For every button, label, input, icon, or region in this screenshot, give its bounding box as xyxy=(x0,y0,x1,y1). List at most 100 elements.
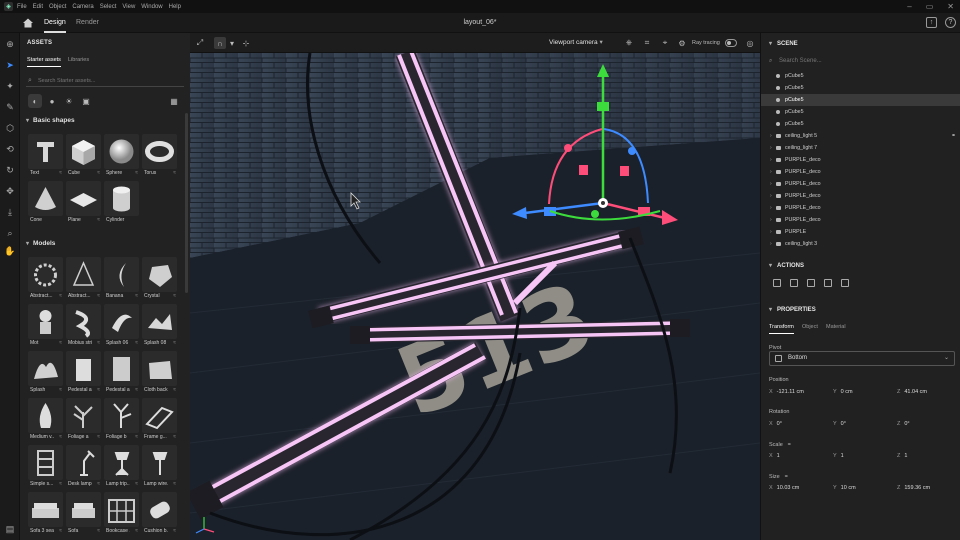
magic-wand-icon[interactable]: ✦ xyxy=(4,80,16,92)
options-icon[interactable]: ≈ xyxy=(135,340,138,346)
scale-y-field[interactable]: Y1 xyxy=(833,453,844,459)
asset-tile-model[interactable]: Mot ≈ xyxy=(28,304,63,350)
options-icon[interactable]: ≈ xyxy=(59,170,62,176)
assets-scrollbar[interactable] xyxy=(185,113,188,293)
options-icon[interactable]: ≈ xyxy=(97,170,100,176)
chevron-right-icon[interactable]: › xyxy=(770,214,772,226)
tab-object[interactable]: Object xyxy=(802,324,818,330)
options-icon[interactable]: ≈ xyxy=(135,528,138,534)
asset-tile-model[interactable]: Splash ≈ xyxy=(28,351,63,397)
scene-item[interactable]: › ceiling_light 5 ⚭ xyxy=(761,130,960,142)
options-icon[interactable]: ≈ xyxy=(173,387,176,393)
select-tool-icon[interactable]: ➤ xyxy=(4,59,16,71)
options-icon[interactable]: ≈ xyxy=(97,340,100,346)
menu-window[interactable]: Window xyxy=(141,4,162,10)
link-icon[interactable]: ⚭ xyxy=(951,130,956,142)
asset-tile-model[interactable]: Bookcase ... ≈ xyxy=(104,492,139,538)
group-icon[interactable] xyxy=(807,279,815,287)
lights-filter-icon[interactable]: ☀ xyxy=(62,94,76,108)
position-z-field[interactable]: Z 41.04 cm xyxy=(897,389,927,395)
menu-object[interactable]: Object xyxy=(49,4,66,10)
position-y-field[interactable]: Y0 cm xyxy=(833,389,853,395)
scene-item[interactable]: pCube5 xyxy=(761,82,960,94)
chevron-right-icon[interactable]: › xyxy=(770,142,772,154)
asset-tile-model[interactable]: Sofa 3 seats ≈ xyxy=(28,492,63,538)
render-preview-icon[interactable]: ◎ xyxy=(744,37,756,49)
asset-tile-model[interactable]: Simple s... ≈ xyxy=(28,445,63,491)
asset-tile-plane[interactable]: Plane ≈ xyxy=(66,181,101,227)
asset-tile-model[interactable]: Cushion b... ≈ xyxy=(142,492,177,538)
grid-view-icon[interactable]: ▦ xyxy=(167,94,181,108)
rotation-y-field[interactable]: Y 0° xyxy=(833,421,846,427)
size-z-field[interactable]: Z 159.36 cm xyxy=(897,485,930,491)
pan-hand-icon[interactable]: ✋ xyxy=(4,245,16,257)
asset-tile-model[interactable]: Pedestal a... ≈ xyxy=(104,351,139,397)
options-icon[interactable]: ≈ xyxy=(59,434,62,440)
position-x-field[interactable]: X -121.11 cm xyxy=(769,389,804,395)
export-icon[interactable] xyxy=(824,279,832,287)
ray-tracing-toggle[interactable] xyxy=(725,39,737,47)
asset-tile-model[interactable]: Abstract... ≈ xyxy=(66,257,101,303)
rotate-tool-icon[interactable]: ↻ xyxy=(4,164,16,176)
scene-item[interactable]: › PURPLE_deco xyxy=(761,202,960,214)
options-icon[interactable]: ≈ xyxy=(135,481,138,487)
options-icon[interactable]: ≈ xyxy=(135,293,138,299)
options-icon[interactable]: ≈ xyxy=(173,434,176,440)
minimize-icon[interactable]: – xyxy=(907,0,911,13)
options-icon[interactable]: ≈ xyxy=(59,481,62,487)
transform-gizmo-icon[interactable]: ⤢ xyxy=(194,37,206,49)
home-icon[interactable] xyxy=(22,17,34,29)
scene-header[interactable]: ▾ SCENE xyxy=(769,40,798,47)
camera-icon[interactable]: ⎈ xyxy=(623,37,635,49)
pivot-select[interactable]: Bottom ⌄ xyxy=(769,351,955,366)
scene-item[interactable]: › ceiling_light 7 xyxy=(761,142,960,154)
menu-camera[interactable]: Camera xyxy=(72,4,93,10)
scene-item[interactable]: › ceiling_light 3 xyxy=(761,238,960,250)
options-icon[interactable]: ≈ xyxy=(97,434,100,440)
delete-icon[interactable] xyxy=(773,279,781,287)
settings-camera-icon[interactable]: ⚙ xyxy=(676,37,688,49)
options-icon[interactable]: ≈ xyxy=(173,528,176,534)
move-tool-icon[interactable]: ✥ xyxy=(4,185,16,197)
asset-tile-model[interactable]: Foliage b ≈ xyxy=(104,398,139,444)
cube-tool-icon[interactable]: ⬡ xyxy=(4,122,16,134)
duplicate-icon[interactable] xyxy=(790,279,798,287)
link-icon[interactable]: ⚭ xyxy=(784,474,789,480)
asset-tile-model[interactable]: Banana ≈ xyxy=(104,257,139,303)
menu-select[interactable]: Select xyxy=(100,4,117,10)
tab-design[interactable]: Design xyxy=(44,13,66,33)
asset-tile-model[interactable]: Crystal ≈ xyxy=(142,257,177,303)
camera-select[interactable]: Viewport camera ▾ xyxy=(545,36,615,50)
scale-z-field[interactable]: Z1 xyxy=(897,453,907,459)
asset-tile-cone[interactable]: Cone xyxy=(28,181,63,227)
options-icon[interactable]: ≈ xyxy=(97,481,100,487)
bookmark-camera-icon[interactable]: ⌖ xyxy=(659,37,671,49)
link-icon[interactable]: ⚭ xyxy=(787,442,792,448)
chevron-right-icon[interactable]: › xyxy=(770,190,772,202)
chevron-right-icon[interactable]: › xyxy=(770,238,772,250)
assets-search-input[interactable]: ⌕ Search Starter assets... xyxy=(26,75,184,87)
frame-camera-icon[interactable]: ⌗ xyxy=(641,37,653,49)
asset-tile-model[interactable]: Desk lamp ≈ xyxy=(66,445,101,491)
asset-tile-model[interactable]: Pedestal a... ≈ xyxy=(66,351,101,397)
asset-tile-model[interactable]: Abstract... ≈ xyxy=(28,257,63,303)
tab-material[interactable]: Material xyxy=(826,324,846,330)
scene-item[interactable]: › PURPLE_deco xyxy=(761,178,960,190)
asset-tile-model[interactable]: Cloth back... ≈ xyxy=(142,351,177,397)
tab-starter-assets[interactable]: Starter assets xyxy=(27,57,61,67)
menu-view[interactable]: View xyxy=(122,4,135,10)
node-align-icon[interactable]: ⊹ xyxy=(240,37,252,49)
options-icon[interactable]: ≈ xyxy=(59,340,62,346)
maximize-icon[interactable]: ▭ xyxy=(926,0,934,13)
asset-tile-model[interactable]: Mobius strip ≈ xyxy=(66,304,101,350)
options-icon[interactable]: ≈ xyxy=(135,434,138,440)
magnet-snap-icon[interactable]: ∩ xyxy=(214,37,226,49)
tab-render[interactable]: Render xyxy=(76,13,99,33)
scene-item[interactable]: › PURPLE_deco xyxy=(761,166,960,178)
asset-tile-model[interactable]: Frame g... ≈ xyxy=(142,398,177,444)
rotation-z-field[interactable]: Z 0° xyxy=(897,421,910,427)
asset-tile-model[interactable]: Lamp trip... ≈ xyxy=(104,445,139,491)
help-icon[interactable]: ? xyxy=(945,17,956,28)
chevron-right-icon[interactable]: › xyxy=(770,178,772,190)
rotation-x-field[interactable]: X 0° xyxy=(769,421,782,427)
